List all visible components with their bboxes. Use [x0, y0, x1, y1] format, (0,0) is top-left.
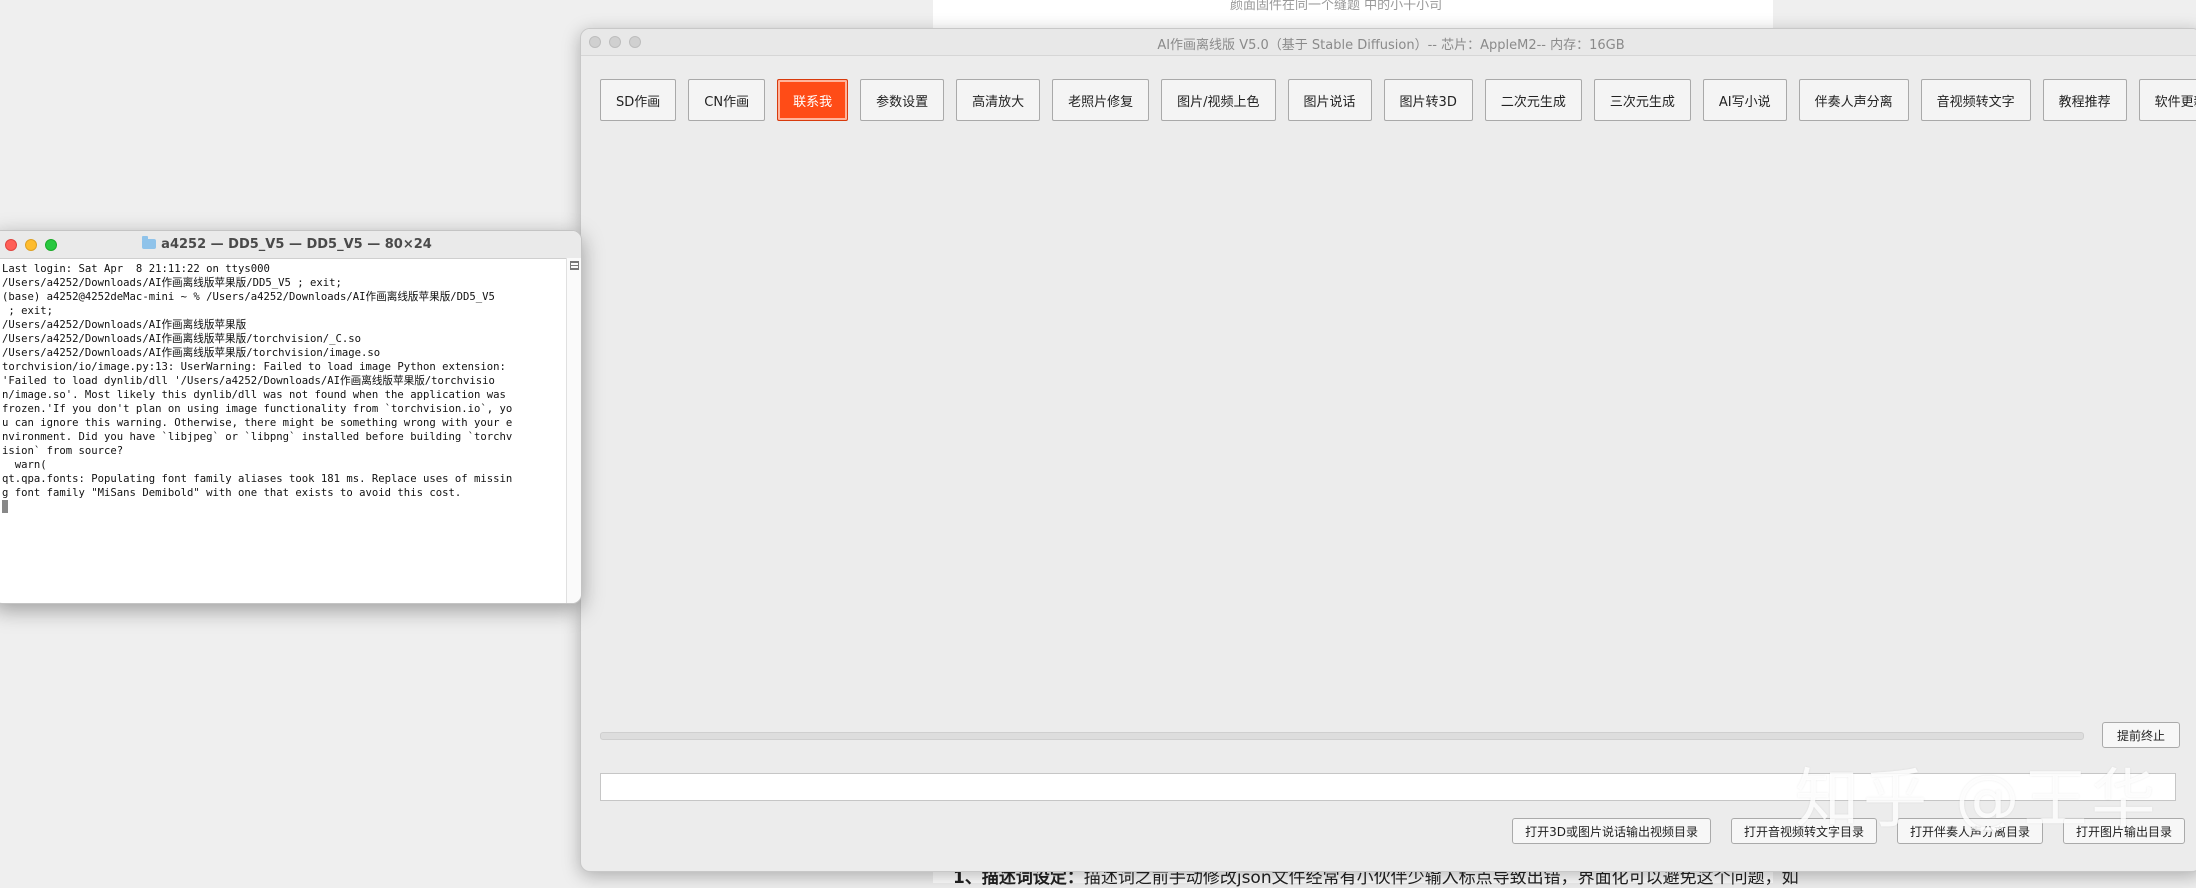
toolbar-button[interactable]: 二次元生成	[1484, 79, 1582, 121]
toolbar-button[interactable]: 高清放大	[956, 79, 1041, 121]
terminal-line: ision` from source?	[2, 445, 124, 457]
folder-icon	[142, 236, 157, 249]
toolbar-button[interactable]: 联系我	[777, 79, 849, 121]
terminal-line: frozen.'If you don't plan on using image…	[2, 403, 513, 415]
terminal-line: qt.qpa.fonts: Populating font family ali…	[2, 473, 513, 485]
open-folder-button[interactable]: 打开3D或图片说话输出视频目录	[1512, 818, 1711, 844]
toolbar-button[interactable]: CN作画	[688, 79, 766, 121]
terminal-line: /Users/a4252/Downloads/AI作画离线版苹果版/torchv…	[2, 347, 381, 359]
toolbar-button[interactable]: 音视频转文字	[1920, 79, 2031, 121]
terminal-line: n/image.so'. Most likely this dynlib/dll…	[2, 389, 506, 401]
app-title: AI作画离线版 V5.0（基于 Stable Diffusion）-- 芯片：A…	[1157, 38, 1625, 53]
toolbar-button[interactable]: 软件更新	[2138, 79, 2196, 121]
terminal-line: /Users/a4252/Downloads/AI作画离线版苹果版/DD5_V5…	[2, 277, 342, 289]
terminal-titlebar[interactable]: a4252 — DD5_V5 — DD5_V5 — 80×24	[0, 231, 581, 259]
terminal-cursor-line	[2, 500, 556, 515]
background-top-text: 颜面固件在同一个缝题 中的小干小司	[1230, 0, 1443, 13]
terminal-line: 'Failed to load dynlib/dll '/Users/a4252…	[2, 375, 495, 387]
stop-early-button[interactable]: 提前终止	[2102, 722, 2181, 748]
toolbar-button[interactable]: 图片说话	[1287, 79, 1372, 121]
scroll-marks-icon[interactable]	[570, 261, 579, 270]
terminal-output[interactable]: Last login: Sat Apr 8 21:11:22 on ttys00…	[2, 262, 556, 592]
terminal-line: /Users/a4252/Downloads/AI作画离线版苹果版	[2, 319, 247, 331]
toolbar-button[interactable]: 老照片修复	[1052, 79, 1150, 121]
terminal-line: warn(	[2, 459, 47, 471]
terminal-title: a4252 — DD5_V5 — DD5_V5 — 80×24	[161, 237, 432, 252]
watermark: 知乎 @王华	[1795, 763, 2160, 837]
terminal-cursor	[2, 500, 8, 513]
toolbar-button[interactable]: 教程推荐	[2042, 79, 2127, 121]
toolbar-button[interactable]: 图片转3D	[1383, 79, 1473, 121]
toolbar-button[interactable]: AI写小说	[1702, 79, 1787, 121]
terminal-line: ; exit;	[2, 305, 54, 317]
terminal-line: /Users/a4252/Downloads/AI作画离线版苹果版/torchv…	[2, 333, 362, 345]
app-titlebar[interactable]: AI作画离线版 V5.0（基于 Stable Diffusion）-- 芯片：A…	[581, 29, 2196, 56]
terminal-line: torchvision/io/image.py:13: UserWarning:…	[2, 361, 506, 373]
app-window: AI作画离线版 V5.0（基于 Stable Diffusion）-- 芯片：A…	[580, 28, 2196, 872]
terminal-window: a4252 — DD5_V5 — DD5_V5 — 80×24 Last log…	[0, 230, 582, 604]
toolbar-button[interactable]: 图片/视频上色	[1161, 79, 1276, 121]
toolbar-button[interactable]: 伴奏人声分离	[1798, 79, 1909, 121]
toolbar-button[interactable]: 参数设置	[860, 79, 945, 121]
main-toolbar: SD作画 CN作画 联系我 参数设置 高清放大 老照片修复 图片/视频上色 图片说话 图片转3D…	[600, 79, 2196, 121]
terminal-line: u can ignore this warning. Otherwise, th…	[2, 417, 513, 429]
terminal-scrollbar[interactable]	[566, 258, 581, 603]
toolbar-button[interactable]: 三次元生成	[1593, 79, 1691, 121]
terminal-line: nvironment. Did you have `libjpeg` or `l…	[2, 431, 513, 443]
terminal-title-wrap: a4252 — DD5_V5 — DD5_V5 — 80×24	[0, 236, 581, 252]
terminal-line: Last login: Sat Apr 8 21:11:22 on ttys00…	[2, 263, 270, 275]
terminal-line: (base) a4252@4252deMac-mini ~ % /Users/a…	[2, 291, 495, 303]
terminal-line: g font family "MiSans Demibold" with one…	[2, 487, 462, 499]
progress-bar	[600, 732, 2084, 740]
toolbar-button[interactable]: SD作画	[600, 79, 677, 121]
